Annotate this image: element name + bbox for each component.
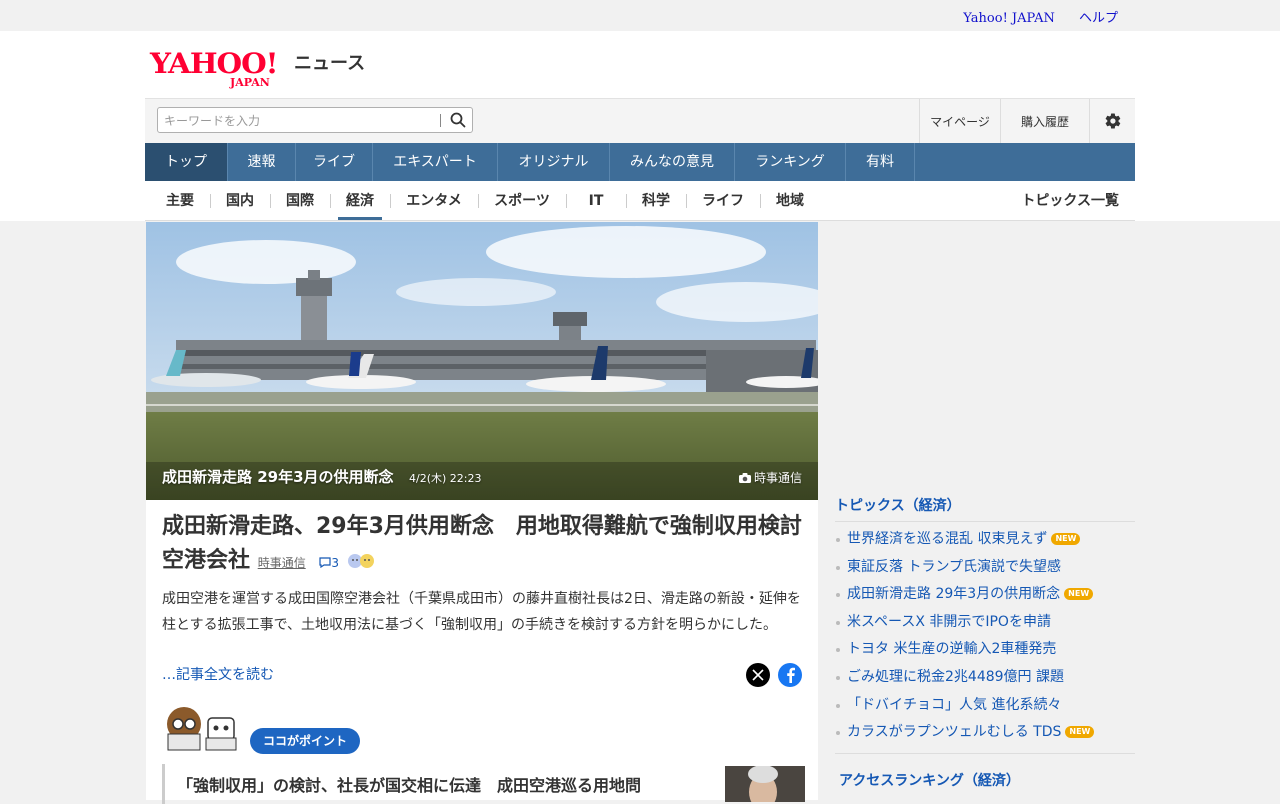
related-article-thumbnail <box>725 766 805 802</box>
topics-heading[interactable]: トピックス（経済） <box>835 495 1135 522</box>
comment-count-text: 3 <box>331 556 340 570</box>
tab-paid[interactable]: 有料 <box>846 143 915 181</box>
main-navigation: トップ 速報 ライブ エキスパート オリジナル みんなの意見 ランキング 有料 <box>145 143 1135 181</box>
logo-service-text: ニュース <box>294 53 366 74</box>
list-item[interactable]: カラスがラプンツェルむしる TDS NEW <box>835 719 1135 747</box>
all-topics-link[interactable]: トピックス一覧 <box>1021 181 1119 221</box>
category-sports[interactable]: スポーツ <box>488 181 556 220</box>
article-summary: 成田空港を運営する成田国際空港会社（千葉県成田市）の藤井直樹社長は2日、滑走路の… <box>162 591 801 633</box>
category-science[interactable]: 科学 <box>636 181 676 220</box>
list-item[interactable]: 東証反落 トランプ氏演説で失望感 <box>835 554 1135 582</box>
hero-source-text: 時事通信 <box>753 471 802 485</box>
category-divider <box>686 194 687 208</box>
search-bar-row: マイページ 購入履歴 <box>145 98 1135 143</box>
search-icon <box>450 112 466 128</box>
category-navigation: 主要 国内 国際 経済 エンタメ スポーツ IT 科学 ライフ 地域 トピックス… <box>145 181 1135 221</box>
topic-link[interactable]: トヨタ 米生産の逆輸入2車種発売 <box>847 641 1056 657</box>
key-point-section: ココがポイント <box>162 704 382 754</box>
category-divider <box>478 194 479 208</box>
comment-count[interactable]: 3 <box>313 556 342 570</box>
related-article-title[interactable]: 「強制収用」の検討、社長が国交相に伝達 成田空港巡る用地問 <box>177 772 641 796</box>
tab-expert[interactable]: エキスパート <box>373 143 498 181</box>
category-domestic[interactable]: 国内 <box>220 181 260 220</box>
share-buttons <box>746 663 802 687</box>
gear-icon <box>1105 113 1120 129</box>
category-life[interactable]: ライフ <box>696 181 750 220</box>
category-entertainment[interactable]: エンタメ <box>400 181 468 220</box>
list-item[interactable]: 成田新滑走路 29年3月の供用断念 NEW <box>835 581 1135 609</box>
x-share-button[interactable] <box>746 663 770 687</box>
list-item[interactable]: ごみ処理に税金2兆4489億円 課題 <box>835 664 1135 692</box>
category-divider <box>566 194 567 208</box>
article-panel: 成田新滑走路、29年3月供用断念 用地取得難航で強制収用検討 空港会社 時事通信… <box>146 500 824 804</box>
site-header: YAHOO! JAPAN ニュース <box>145 31 1135 98</box>
account-buttons: マイページ 購入履歴 <box>919 99 1135 143</box>
category-divider <box>270 194 271 208</box>
tab-ranking[interactable]: ランキング <box>735 143 846 181</box>
topics-sidebar: トピックス（経済） 世界経済を巡る混乱 収束見えず NEW 東証反落 トランプ氏演… <box>835 495 1135 790</box>
key-point-badge[interactable]: ココがポイント <box>250 728 361 754</box>
new-badge: NEW <box>1051 533 1081 545</box>
tab-breaking[interactable]: 速報 <box>228 143 296 181</box>
topic-link[interactable]: 「ドバイチョコ」人気 進化系続々 <box>847 697 1061 713</box>
category-local[interactable]: 地域 <box>770 181 810 220</box>
x-icon <box>752 669 764 681</box>
category-world[interactable]: 国際 <box>280 181 320 220</box>
camera-icon <box>738 472 751 483</box>
search-button[interactable] <box>446 110 470 130</box>
topic-link[interactable]: ごみ処理に税金2兆4489億円 課題 <box>847 669 1064 685</box>
related-article[interactable]: 「強制収用」の検討、社長が国交相に伝達 成田空港巡る用地問 <box>162 764 805 804</box>
hero-source: 時事通信 <box>738 469 802 486</box>
search-box <box>157 107 473 133</box>
logo-japan-text: JAPAN <box>230 76 270 89</box>
top-utility-bar: Yahoo! JAPAN ヘルプ <box>145 0 1135 31</box>
access-ranking-heading[interactable]: アクセスランキング（経済） <box>835 770 1135 790</box>
topic-link[interactable]: 世界経済を巡る混乱 収束見えず <box>847 531 1047 547</box>
tab-live[interactable]: ライブ <box>296 143 373 181</box>
article-source[interactable]: 時事通信 <box>258 556 306 570</box>
settings-button[interactable] <box>1089 99 1135 143</box>
hero-caption[interactable]: 成田新滑走路 29年3月の供用断念 <box>162 466 394 487</box>
utility-links: Yahoo! JAPAN ヘルプ <box>943 7 1118 26</box>
new-badge: NEW <box>1064 588 1094 601</box>
list-item[interactable]: トヨタ 米生産の逆輸入2車種発売 <box>835 636 1135 664</box>
category-divider <box>390 194 391 208</box>
topics-list: 世界経済を巡る混乱 収束見えず NEW 東証反落 トランプ氏演説で失望感 成田新滑… <box>835 522 1135 754</box>
hero-photo[interactable]: 成田新滑走路 29年3月の供用断念 4/2(木) 22:23 時事通信 <box>146 222 818 500</box>
list-item[interactable]: 「ドバイチョコ」人気 進化系続々 <box>835 692 1135 720</box>
hero-date: 4/2(木) 22:23 <box>409 472 482 485</box>
read-full-article-link[interactable]: …記事全文を読む <box>162 664 274 684</box>
topic-link[interactable]: 米スペースX 非開示でIPOを申請 <box>847 614 1051 630</box>
new-badge: NEW <box>1065 726 1095 739</box>
comment-icon <box>319 557 331 569</box>
category-divider <box>330 194 331 208</box>
category-divider <box>760 194 761 208</box>
topic-link[interactable]: カラスがラプンツェルむしる TDS <box>847 724 1061 740</box>
list-item[interactable]: 世界経済を巡る混乱 収束見えず NEW <box>835 526 1135 554</box>
airport-photo <box>146 222 818 500</box>
purchase-history-button[interactable]: 購入履歴 <box>1000 99 1089 143</box>
topic-link[interactable]: 成田新滑走路 29年3月の供用断念 <box>847 586 1060 602</box>
tab-top[interactable]: トップ <box>145 143 228 181</box>
facebook-icon <box>787 667 795 683</box>
search-divider <box>440 114 441 127</box>
facebook-share-button[interactable] <box>778 663 802 687</box>
search-input[interactable] <box>162 111 436 131</box>
help-link[interactable]: ヘルプ <box>1079 11 1118 26</box>
category-divider <box>210 194 211 208</box>
tab-opinions[interactable]: みんなの意見 <box>610 143 735 181</box>
reaction-icons <box>347 554 374 568</box>
yahoo-japan-link[interactable]: Yahoo! JAPAN <box>963 11 1055 26</box>
category-it[interactable]: IT <box>576 181 616 220</box>
mypage-button[interactable]: マイページ <box>919 99 1000 143</box>
category-economy[interactable]: 経済 <box>338 181 382 220</box>
mascot-characters-icon <box>167 707 237 751</box>
category-divider <box>626 194 627 208</box>
tab-original[interactable]: オリジナル <box>498 143 610 181</box>
topic-link[interactable]: 東証反落 トランプ氏演説で失望感 <box>847 559 1061 575</box>
category-main[interactable]: 主要 <box>160 181 200 220</box>
list-item[interactable]: 米スペースX 非開示でIPOを申請 <box>835 609 1135 637</box>
article-headline[interactable]: 成田新滑走路、29年3月供用断念 用地取得難航で強制収用検討 空港会社 時事通信… <box>162 510 824 580</box>
